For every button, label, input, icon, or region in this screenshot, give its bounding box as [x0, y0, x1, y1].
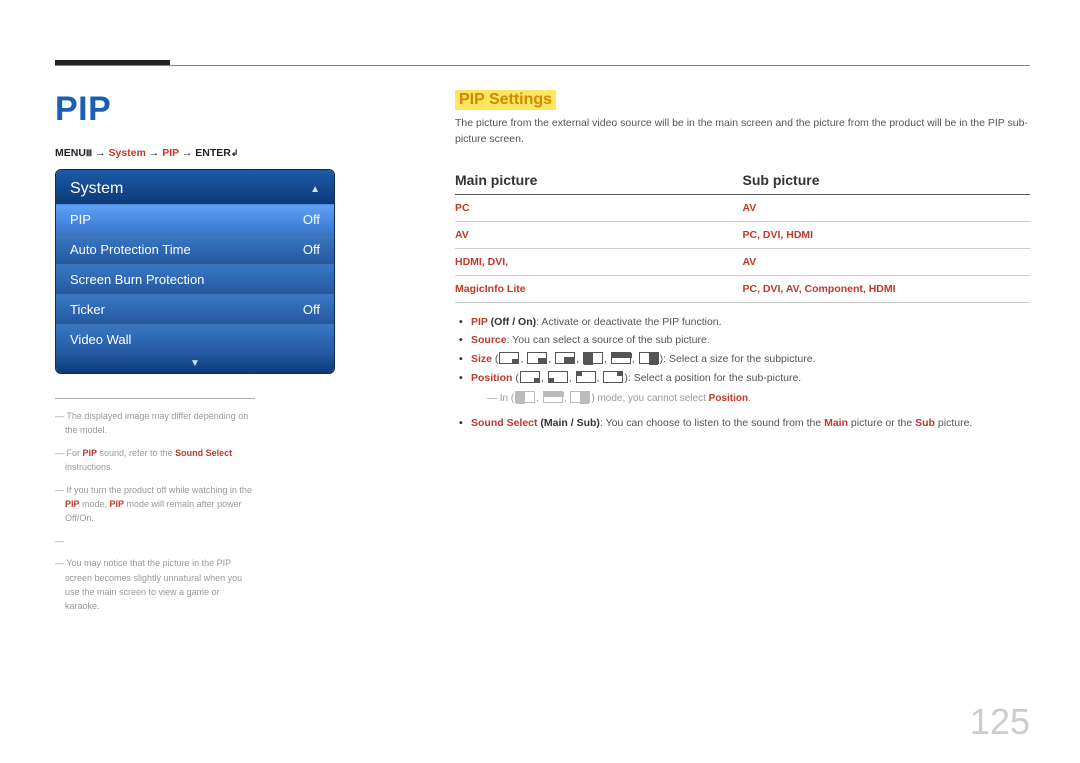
- osd-value: Off: [303, 242, 320, 257]
- table-header-sub: Sub picture: [743, 166, 1031, 195]
- section-heading: PIP Settings: [455, 90, 556, 110]
- page-top-rule-bold: [55, 60, 170, 65]
- breadcrumb-menu: MENU: [55, 147, 86, 159]
- osd-row-video-wall[interactable]: Video Wall: [56, 324, 334, 354]
- page-top-rule: [55, 65, 1030, 66]
- arrow-icon: →: [149, 147, 160, 159]
- table-row: MagicInfo LitePC, DVI, AV, Component, HD…: [455, 275, 1030, 302]
- bullet-source: Source: You can select a source of the s…: [455, 331, 1030, 350]
- table-row: HDMI, DVI,AV: [455, 248, 1030, 275]
- arrow-icon: →: [182, 147, 193, 159]
- enter-icon: ↲: [231, 148, 239, 158]
- page-title: PIP: [55, 90, 415, 129]
- osd-label: Ticker: [70, 302, 105, 317]
- bullet-pip: PIP (Off / On): Activate or deactivate t…: [455, 313, 1030, 332]
- osd-row-screen-burn[interactable]: Screen Burn Protection: [56, 264, 334, 294]
- osd-row-ticker[interactable]: Ticker Off: [56, 294, 334, 324]
- table-row: PCAV: [455, 194, 1030, 221]
- bullet-list: PIP (Off / On): Activate or deactivate t…: [455, 313, 1030, 389]
- position-icons: , , ,: [519, 369, 625, 388]
- footnotes: ― The displayed image may differ dependi…: [55, 398, 255, 614]
- chevron-up-icon: ▲: [310, 184, 320, 195]
- osd-menu: System ▲ PIP Off Auto Protection Time Of…: [55, 169, 335, 374]
- osd-value: Off: [303, 212, 320, 227]
- footnote-1: ― The displayed image may differ dependi…: [55, 409, 255, 438]
- size-icons: , , , , ,: [498, 350, 659, 369]
- table-row: AVPC, DVI, HDMI: [455, 221, 1030, 248]
- osd-label: PIP: [70, 212, 91, 227]
- osd-title: System: [70, 180, 123, 198]
- osd-row-auto-protection[interactable]: Auto Protection Time Off: [56, 234, 334, 264]
- source-table: Main picture Sub picture PCAV AVPC, DVI,…: [455, 166, 1030, 303]
- bullet-sound-select: Sound Select (Main / Sub): You can choos…: [455, 414, 1030, 433]
- osd-footer: ▼: [56, 354, 334, 373]
- breadcrumb-pip: PIP: [162, 147, 179, 159]
- chevron-down-icon: ▼: [190, 358, 200, 369]
- bullet-size: Size ( , , , , , ): Select a size for th…: [455, 350, 1030, 369]
- intro-text: The picture from the external video sour…: [455, 116, 1030, 148]
- osd-row-pip[interactable]: PIP Off: [56, 204, 334, 234]
- breadcrumb-system: System: [108, 147, 145, 159]
- menu-icon: Ⅲ: [86, 148, 92, 158]
- table-header-main: Main picture: [455, 166, 743, 195]
- osd-label: Auto Protection Time: [70, 242, 191, 257]
- arrow-icon: →: [95, 147, 106, 159]
- osd-label: Screen Burn Protection: [70, 272, 204, 287]
- breadcrumb: MENUⅢ → System → PIP → ENTER↲: [55, 147, 415, 159]
- footnote-4: ―: [55, 534, 255, 548]
- footnote-5: ― You may notice that the picture in the…: [55, 556, 255, 614]
- breadcrumb-enter: ENTER: [195, 147, 231, 159]
- footnote-2: ― For PIP sound, refer to the Sound Sele…: [55, 446, 255, 475]
- position-note: ― In (, , ) mode, you cannot select Posi…: [455, 391, 1030, 404]
- osd-value: Off: [303, 302, 320, 317]
- footnote-3: ― If you turn the product off while watc…: [55, 483, 255, 526]
- bullet-position: Position ( , , , ): Select a position fo…: [455, 369, 1030, 388]
- osd-header: System ▲: [56, 170, 334, 204]
- osd-label: Video Wall: [70, 332, 131, 347]
- page-number: 125: [970, 701, 1030, 743]
- bullet-list-2: Sound Select (Main / Sub): You can choos…: [455, 414, 1030, 433]
